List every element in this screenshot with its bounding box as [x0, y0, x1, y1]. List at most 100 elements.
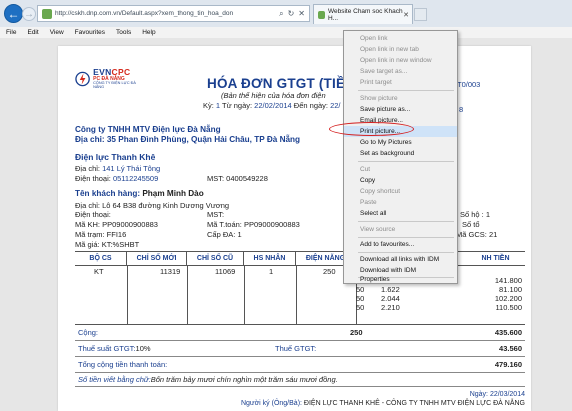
logo-company-text: CÔNG TY ĐIỆN LỰC ĐÀ NẴNG: [93, 80, 136, 89]
tier-amount-1: 141.800: [494, 276, 522, 285]
col-thanh-tien: NH TIỀN: [481, 255, 510, 262]
menu-help[interactable]: Help: [141, 27, 156, 38]
menu-file[interactable]: File: [5, 27, 17, 38]
menu-edit[interactable]: Edit: [26, 27, 39, 38]
cap-da-label: Cấp ĐA:: [207, 230, 238, 239]
invoice-code-fragment: T0/003: [457, 80, 481, 89]
branch-name: Điện lực Thanh Khê: [75, 152, 156, 162]
ma-gcs-value: 21: [488, 230, 498, 239]
ctx-separator: [358, 161, 454, 162]
grand-total-label: Tổng cộng tiền thanh toán:: [78, 359, 168, 369]
forward-button[interactable]: →: [22, 7, 36, 21]
invoice-number-fragment: 8: [459, 105, 464, 114]
address-url[interactable]: http://cskh.dnp.com.vn/Default.aspx?xem_…: [55, 10, 279, 17]
ma-tram-label: Mã trạm:: [75, 230, 107, 239]
context-menu: Open link Open link in new tab Open link…: [343, 30, 458, 284]
ma-gia-value: KT:%SHBT: [101, 240, 140, 249]
back-button[interactable]: ←: [4, 4, 23, 23]
tier-price-2: 1.622: [381, 285, 400, 294]
cong-amount: 435.600: [494, 327, 522, 337]
browser-tab[interactable]: Website Cham soc Khach H... ✕: [313, 4, 413, 24]
tier-price-4: 2.210: [381, 303, 400, 312]
invoice-document: EVNCPC PC ĐÀ NẴNG CÔNG TY ĐIỆN LỰC ĐÀ NẴ…: [58, 46, 531, 411]
ma-tram: Mã trạm: FFI16: [75, 230, 126, 239]
browser-toolbar: ← → http://cskh.dnp.com.vn/Default.aspx?…: [0, 0, 572, 27]
invoice-period: Kỳ: 1 Từ ngày: 22/02/2014 Đến ngày: 22/: [203, 101, 341, 110]
ctx-go-to-my-pictures[interactable]: Go to My Pictures: [344, 137, 457, 148]
sign-date: Ngày: 22/03/2014: [470, 391, 525, 398]
company-name: Công ty TNHH MTV Điện lực Đà Nẵng: [75, 125, 221, 134]
menu-tools[interactable]: Tools: [115, 27, 132, 38]
row-dien-nang: 250: [323, 267, 336, 276]
customer-name: Phạm Minh Dào: [142, 189, 204, 198]
den-ngay-value: 22/: [330, 101, 341, 110]
customer-mst-label: MST:: [207, 210, 225, 219]
ctx-paste[interactable]: Paste: [344, 197, 457, 208]
branch-address-value: 141 Lý Thái Tông: [102, 164, 161, 173]
row-bo-cs: KT: [94, 267, 104, 276]
ctx-separator: [358, 221, 454, 222]
ma-kh-value: PP09000900883: [102, 220, 158, 229]
ctx-cut[interactable]: Cut: [344, 164, 457, 175]
words-label: Số tiền viết bằng chữ:: [78, 375, 151, 384]
tu-ngay-label: Từ ngày:: [220, 101, 255, 110]
address-bar[interactable]: http://cskh.dnp.com.vn/Default.aspx?xem_…: [37, 5, 310, 22]
ma-gcs-label: Mã GCS:: [456, 230, 489, 239]
ctx-separator: [358, 252, 454, 253]
tier-price-3: 2.044: [381, 294, 400, 303]
ctx-print-target[interactable]: Print target: [344, 77, 457, 88]
ctx-open-link-new-tab[interactable]: Open link in new tab: [344, 44, 457, 55]
tier-amount-3: 102.200: [494, 294, 522, 303]
cong-kwh: 250: [350, 327, 363, 337]
cap-da-value: 1: [237, 230, 242, 239]
branch-phone-value: 05112245509: [112, 174, 159, 183]
row-chi-so-moi: 11319: [160, 267, 181, 276]
ctx-copy[interactable]: Copy: [344, 175, 457, 186]
ctx-select-all[interactable]: Select all: [344, 208, 457, 219]
branch-address: Địa chỉ: 141 Lý Thái Tông: [75, 164, 160, 173]
page-content: EVNCPC PC ĐÀ NẴNG CÔNG TY ĐIỆN LỰC ĐÀ NẴ…: [0, 38, 572, 411]
cap-da: Cấp ĐA: 1: [207, 230, 242, 239]
menu-bar: File Edit View Favourites Tools Help: [0, 27, 572, 38]
col-bo-cs: BỘ CS: [75, 252, 127, 265]
ma-gia-label: Mã giá:: [75, 240, 102, 249]
customer-label: Tên khách hàng:: [75, 189, 143, 198]
menu-favourites[interactable]: Favourites: [74, 27, 106, 38]
signer: Người ký (Ông/Bà): ĐIỆN LỰC THANH KHÊ - …: [241, 400, 525, 407]
evn-logo: EVNCPC PC ĐÀ NẴNG CÔNG TY ĐIỆN LỰC ĐÀ NẴ…: [75, 66, 145, 92]
ma-tram-value: FFI16: [106, 230, 127, 239]
ctx-download-all-idm[interactable]: Download all links with IDM: [344, 254, 457, 265]
new-tab-button[interactable]: [414, 8, 427, 21]
close-icon[interactable]: ✕: [298, 9, 305, 19]
search-icon[interactable]: ⌕: [279, 9, 283, 19]
ctx-save-picture[interactable]: Save picture as...: [344, 104, 457, 115]
ctx-separator: [358, 237, 454, 238]
so-ho-label: Số hộ :: [460, 210, 486, 219]
ctx-open-link[interactable]: Open link: [344, 33, 457, 44]
back-arrow-icon: ←: [7, 6, 20, 21]
den-ngay-label: Đến ngày:: [291, 101, 331, 110]
invoice-subtitle: (Bản thể hiện của hóa đơn điện: [221, 91, 326, 100]
tab-favicon-icon: [318, 10, 325, 19]
tab-close-icon[interactable]: ✕: [403, 11, 409, 19]
ctx-view-source[interactable]: View source: [344, 224, 457, 235]
ctx-open-link-new-window[interactable]: Open link in new window: [344, 55, 457, 66]
ma-kh-label: Mã KH:: [75, 220, 103, 229]
ctx-copy-shortcut[interactable]: Copy shortcut: [344, 186, 457, 197]
browser-window: ← → http://cskh.dnp.com.vn/Default.aspx?…: [0, 0, 572, 411]
ctx-properties[interactable]: Properties: [344, 274, 457, 285]
menu-view[interactable]: View: [49, 27, 65, 38]
ctx-show-picture[interactable]: Show picture: [344, 93, 457, 104]
vat-label: Thuế GTGT:: [275, 343, 317, 353]
tier-kwh-3: 50: [356, 294, 365, 303]
refresh-icon[interactable]: ↻: [288, 9, 295, 19]
ctx-set-as-background[interactable]: Set as background: [344, 148, 457, 159]
grand-total-amount: 479.160: [494, 359, 522, 369]
ctx-save-target[interactable]: Save target as...: [344, 66, 457, 77]
so-ho-value: 1: [485, 210, 491, 219]
ctx-add-to-favourites[interactable]: Add to favourites...: [344, 239, 457, 250]
so-ho: Số hộ : 1: [460, 210, 490, 219]
branch-mst: MST: 0400549228: [207, 174, 268, 183]
customer-address: Địa chỉ: Lô 64 B38 đường Kinh Dương Vươn…: [75, 201, 230, 210]
customer-name-line: Tên khách hàng: Phạm Minh Dào: [75, 189, 204, 198]
